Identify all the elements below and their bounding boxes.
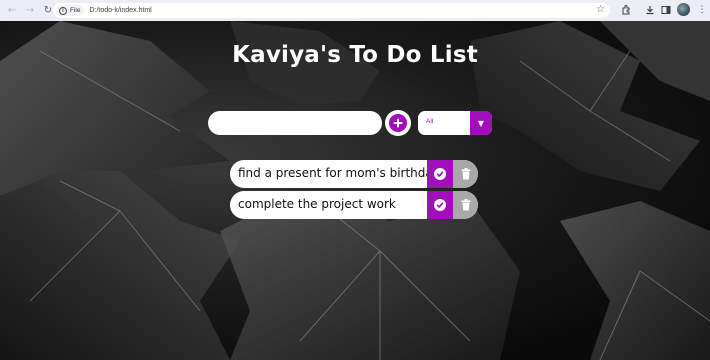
filter-dropdown[interactable]: All ▼ (418, 111, 492, 135)
trash-icon (461, 199, 470, 211)
todo-item: find a present for mom's birthday (230, 160, 478, 188)
page-viewport: Kaviya's To Do List All ▼ find a present… (0, 21, 710, 360)
url-text: D:/todo-k/index.html (89, 7, 152, 14)
todo-item: complete the project work (230, 191, 478, 219)
plus-circle-icon (389, 114, 407, 132)
address-bar[interactable]: i File D:/todo-k/index.html ☆ (53, 3, 610, 18)
delete-button[interactable] (453, 191, 478, 219)
download-icon[interactable] (643, 3, 657, 17)
file-chip-label: File (70, 7, 81, 14)
browser-toolbar: ← → ↻ i File D:/todo-k/index.html ☆ ⋮ (0, 0, 710, 21)
caret-down-icon: ▼ (470, 111, 492, 135)
side-panel-icon[interactable] (659, 3, 673, 17)
back-icon[interactable]: ← (4, 3, 20, 19)
info-icon: i (59, 6, 67, 15)
complete-button[interactable] (427, 191, 453, 219)
check-circle-icon (434, 168, 446, 180)
todo-list: find a present for mom's birthday comple… (230, 160, 478, 222)
extensions-icon[interactable] (619, 3, 633, 17)
todo-text: find a present for mom's birthday (238, 166, 440, 180)
site-info-chip[interactable]: i File (56, 5, 85, 16)
trash-icon (461, 168, 470, 180)
page-title: Kaviya's To Do List (232, 42, 478, 68)
menu-icon[interactable]: ⋮ (695, 3, 709, 17)
filter-selected-value: All (426, 118, 434, 125)
bookmark-star-icon[interactable]: ☆ (596, 4, 605, 16)
todo-text: complete the project work (238, 197, 396, 211)
add-todo-button[interactable] (385, 110, 411, 136)
delete-button[interactable] (453, 160, 478, 188)
check-circle-icon (434, 199, 446, 211)
todo-input[interactable] (208, 111, 382, 135)
complete-button[interactable] (427, 160, 453, 188)
forward-icon[interactable]: → (22, 3, 38, 19)
profile-avatar[interactable] (677, 3, 690, 16)
